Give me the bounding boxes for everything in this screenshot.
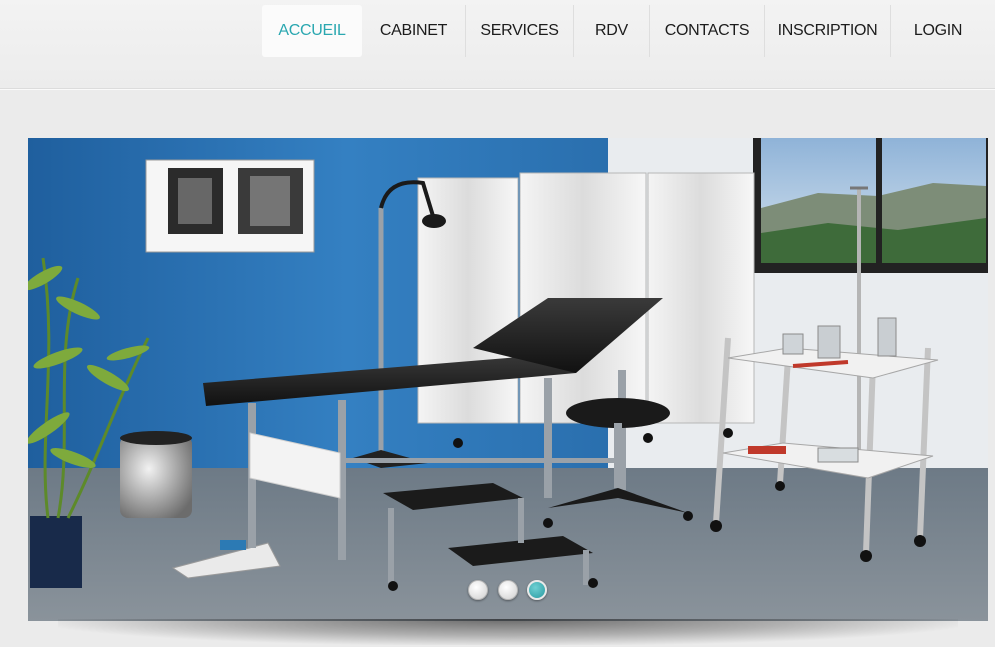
nav-item-login[interactable]: LOGIN: [891, 5, 985, 57]
slider-shadow: [58, 619, 958, 645]
nav-item-cabinet[interactable]: CABINET: [362, 5, 466, 57]
slider-dot-1[interactable]: [468, 580, 488, 600]
slide-image-medical-office: [28, 138, 988, 621]
nav-item-inscription[interactable]: INSCRIPTION: [765, 5, 891, 57]
nav-item-contacts[interactable]: CONTACTS: [650, 5, 765, 57]
main-nav: ACCUEIL CABINET SERVICES RDV CONTACTS IN…: [262, 5, 985, 57]
nav-item-services[interactable]: SERVICES: [466, 5, 574, 57]
site-header: ACCUEIL CABINET SERVICES RDV CONTACTS IN…: [0, 0, 995, 89]
hero-slider[interactable]: [28, 138, 988, 621]
slider-dot-3[interactable]: [527, 580, 547, 600]
nav-item-accueil[interactable]: ACCUEIL: [262, 5, 362, 57]
nav-item-rdv[interactable]: RDV: [574, 5, 650, 57]
slider-dot-2[interactable]: [498, 580, 518, 600]
